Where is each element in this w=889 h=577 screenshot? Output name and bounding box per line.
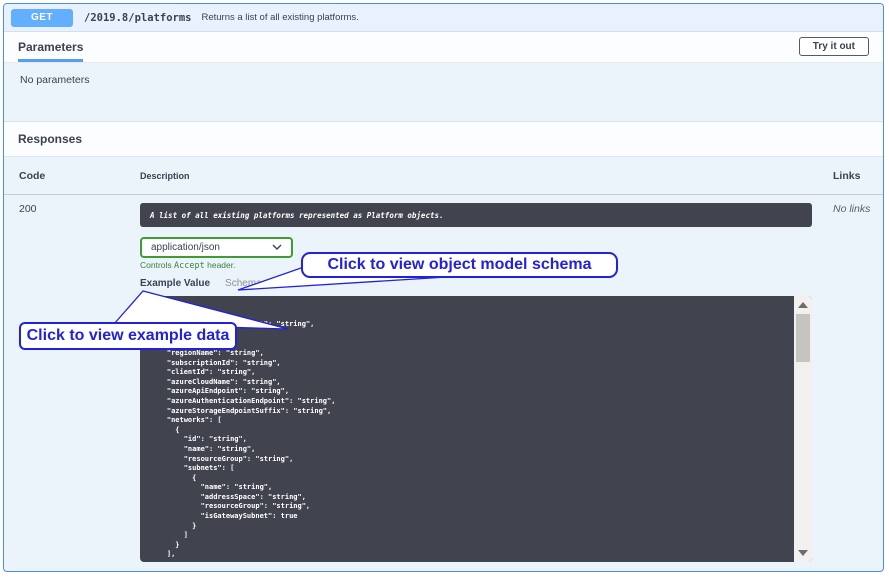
- scroll-down-icon[interactable]: [798, 550, 808, 556]
- scroll-thumb[interactable]: [796, 314, 810, 362]
- no-parameters-text: No parameters: [20, 74, 89, 86]
- try-it-out-button[interactable]: Try it out: [799, 37, 869, 56]
- response-description-markdown: A list of all existing platforms represe…: [140, 203, 812, 227]
- tab-example-value[interactable]: Example Value: [140, 278, 210, 291]
- example-code[interactable]: [ { "authenticationEndpoint": "string", …: [140, 296, 812, 560]
- media-type-select[interactable]: application/json: [140, 237, 293, 258]
- model-example-tabs: Example Value Schema: [140, 278, 812, 291]
- parameters-title: Parameters: [18, 32, 83, 62]
- endpoint-path-resource: /platforms: [128, 12, 191, 24]
- endpoint-path: /2019.8/platforms: [84, 12, 191, 24]
- endpoint-path-version: /2019.8: [84, 12, 128, 24]
- example-code-block: [ { "authenticationEndpoint": "string", …: [140, 296, 812, 562]
- controls-note-suffix: header.: [207, 260, 235, 270]
- responses-header: Responses: [4, 121, 883, 157]
- tab-schema[interactable]: Schema: [225, 278, 262, 291]
- response-row-200: 200 A list of all existing platforms rep…: [4, 195, 883, 562]
- controls-note-header: Accept: [174, 261, 205, 271]
- code-scrollbar[interactable]: [794, 296, 812, 562]
- response-code: 200: [4, 203, 140, 215]
- responses-table-header: Code Description Links: [4, 157, 883, 195]
- endpoint-summary: Returns a list of all existing platforms…: [201, 12, 358, 23]
- schema-callout: Click to view object model schema: [301, 252, 618, 278]
- parameters-header: Parameters Try it out: [4, 32, 883, 63]
- parameters-body: No parameters: [4, 63, 883, 121]
- controls-note-prefix: Controls: [140, 260, 172, 270]
- response-links: No links: [812, 203, 883, 215]
- column-header-links: Links: [812, 170, 883, 182]
- opblock-summary[interactable]: GET /2019.8/platforms Returns a list of …: [4, 4, 883, 32]
- example-callout: Click to view example data: [19, 322, 237, 350]
- scroll-up-icon[interactable]: [798, 302, 808, 308]
- column-header-description: Description: [140, 171, 812, 181]
- opblock-get-platforms: GET /2019.8/platforms Returns a list of …: [3, 3, 884, 572]
- responses-title: Responses: [18, 132, 82, 146]
- media-type-selected: application/json: [151, 242, 220, 253]
- http-method-badge[interactable]: GET: [11, 9, 73, 27]
- chevron-down-icon: [272, 242, 282, 253]
- column-header-code: Code: [4, 170, 140, 182]
- responses-body: Code Description Links 200 A list of all…: [4, 157, 883, 562]
